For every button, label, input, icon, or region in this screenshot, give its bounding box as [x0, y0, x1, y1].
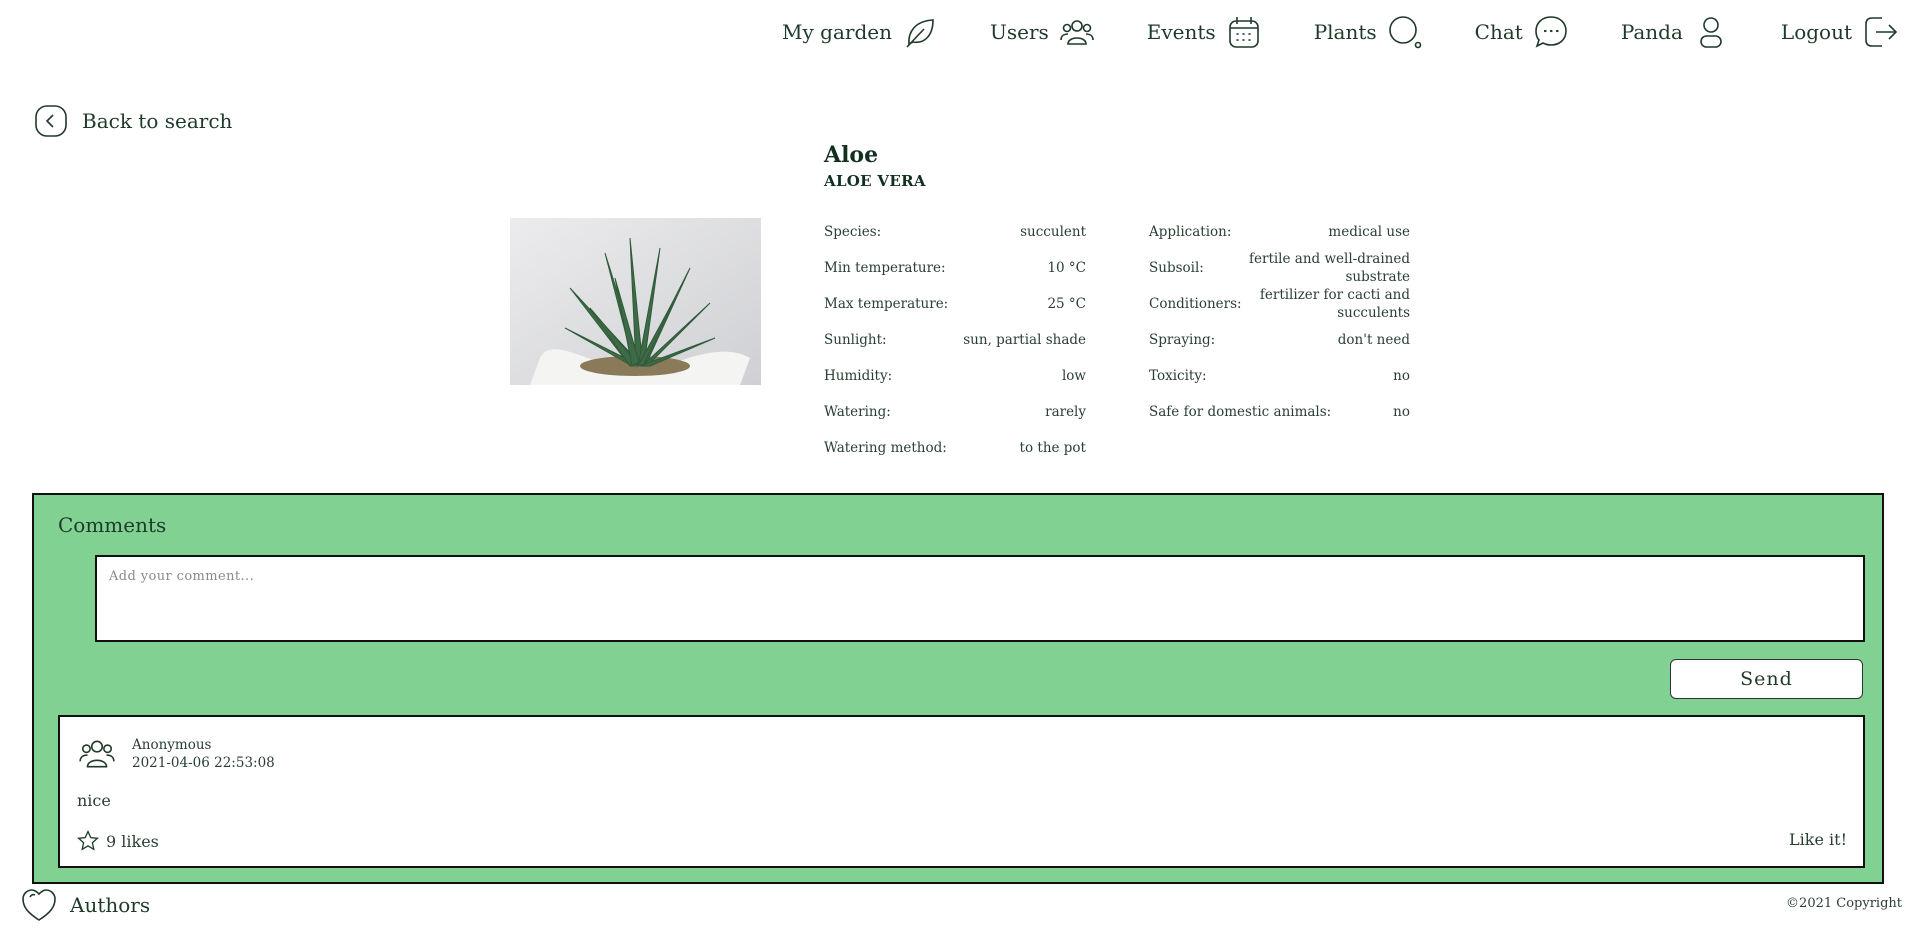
- authors-label: Authors: [70, 893, 151, 917]
- heart-icon: [22, 889, 56, 921]
- authors-link[interactable]: Authors: [20, 886, 150, 924]
- nav-label: Panda: [1620, 20, 1683, 44]
- property-value: 10 °C: [1047, 260, 1086, 276]
- property-label: Humidity:: [824, 368, 893, 384]
- nav-chat[interactable]: Chat: [1475, 14, 1569, 50]
- property-value: medical use: [1328, 224, 1410, 240]
- property-row: Conditioners: fertilizer for cacti and s…: [1149, 286, 1410, 322]
- property-row: Spraying: don't need: [1149, 322, 1410, 358]
- likes-count: 9 likes: [106, 831, 159, 851]
- users-icon: [79, 740, 115, 768]
- property-row: Toxicity: no: [1149, 358, 1410, 394]
- property-label: Min temperature:: [824, 260, 946, 276]
- property-label: Watering:: [824, 404, 891, 420]
- nav-my-garden[interactable]: My garden: [782, 14, 938, 50]
- users-icon: [1059, 20, 1094, 45]
- calendar-icon: [1228, 17, 1259, 48]
- property-label: Safe for domestic animals:: [1149, 404, 1332, 420]
- property-row: Subsoil: fertile and well-drained substr…: [1149, 250, 1410, 286]
- properties-left: Species: succulent Min temperature: 10 °…: [824, 214, 1086, 466]
- comments-title: Comments: [58, 513, 167, 537]
- property-label: Spraying:: [1149, 332, 1216, 348]
- property-label: Species:: [824, 224, 882, 240]
- properties-right: Application: medical use Subsoil: fertil…: [1149, 214, 1410, 430]
- comments-section: Comments Send Anonymous 2021-04-06 22:53…: [32, 493, 1884, 884]
- star-icon[interactable]: [76, 829, 100, 853]
- property-value: don't need: [1337, 332, 1410, 348]
- property-row: Application: medical use: [1149, 214, 1410, 250]
- back-label: Back to search: [82, 109, 233, 133]
- comment-text: nice: [77, 791, 111, 810]
- property-value: no: [1393, 368, 1410, 384]
- chat-icon: [1535, 16, 1567, 48]
- property-label: Sunlight:: [824, 332, 887, 348]
- property-label: Conditioners:: [1149, 296, 1242, 312]
- property-value: fertilizer for cacti and succulents: [1259, 287, 1410, 321]
- property-row: Safe for domestic animals: no: [1149, 394, 1410, 430]
- nav-profile[interactable]: Panda: [1621, 14, 1729, 50]
- property-row: Watering: rarely: [824, 394, 1086, 430]
- nav-users[interactable]: Users: [990, 14, 1095, 50]
- property-value: fertile and well-drained substrate: [1249, 251, 1410, 285]
- nav-label: Users: [989, 20, 1049, 44]
- back-to-search-link[interactable]: Back to search: [34, 104, 232, 138]
- nav-logout[interactable]: Logout: [1781, 14, 1898, 50]
- property-value: succulent: [1020, 224, 1086, 240]
- property-label: Subsoil:: [1149, 260, 1204, 276]
- property-value: rarely: [1045, 404, 1086, 420]
- top-nav: My garden Users Events Plants Chat Panda…: [730, 14, 1898, 50]
- property-label: Watering method:: [824, 440, 947, 456]
- comment-likes: 9 likes: [76, 829, 159, 853]
- nav-label: My garden: [782, 20, 892, 44]
- search-icon: [1388, 16, 1421, 49]
- plant-latin-name: ALOE VERA: [824, 172, 926, 190]
- nav-label: Logout: [1780, 20, 1852, 44]
- property-value: to the pot: [1019, 440, 1086, 456]
- nav-label: Chat: [1474, 20, 1523, 44]
- property-value: low: [1061, 368, 1086, 384]
- nav-plants[interactable]: Plants: [1314, 14, 1423, 50]
- send-button[interactable]: Send: [1670, 659, 1863, 699]
- property-row: Min temperature: 10 °C: [824, 250, 1086, 286]
- like-button[interactable]: Like it!: [1789, 830, 1847, 849]
- user-icon: [1700, 17, 1722, 48]
- plant-photo: [510, 218, 761, 385]
- property-row: Max temperature: 25 °C: [824, 286, 1086, 322]
- property-label: Application:: [1149, 224, 1232, 240]
- property-value: sun, partial shade: [963, 332, 1086, 348]
- chevron-left-icon: [35, 105, 67, 137]
- property-value: 25 °C: [1047, 296, 1086, 312]
- logout-icon: [1865, 17, 1898, 47]
- copyright: ©2021 Copyright: [1786, 896, 1902, 911]
- plant-name: Aloe: [824, 142, 879, 168]
- nav-events[interactable]: Events: [1147, 14, 1262, 50]
- leaf-icon: [906, 19, 934, 48]
- property-row: Species: succulent: [824, 214, 1086, 250]
- property-value: no: [1393, 404, 1410, 420]
- nav-label: Plants: [1313, 20, 1377, 44]
- comment-author: Anonymous: [132, 737, 212, 753]
- comment-input[interactable]: [95, 555, 1865, 642]
- property-label: Toxicity:: [1149, 368, 1207, 384]
- property-row: Humidity: low: [824, 358, 1086, 394]
- property-row: Watering method: to the pot: [824, 430, 1086, 466]
- comment-card: Anonymous 2021-04-06 22:53:08 nice 9 lik…: [58, 715, 1865, 868]
- property-row: Sunlight: sun, partial shade: [824, 322, 1086, 358]
- comment-date: 2021-04-06 22:53:08: [132, 755, 275, 771]
- property-label: Max temperature:: [824, 296, 949, 312]
- nav-label: Events: [1146, 20, 1216, 44]
